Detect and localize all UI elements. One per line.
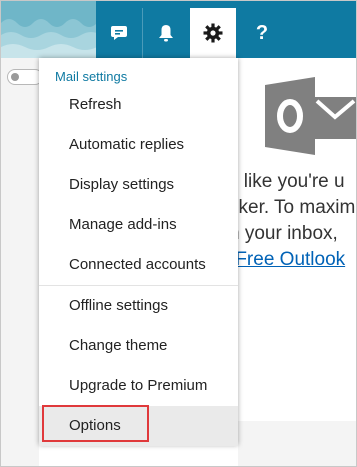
outlook-window: ? s like you're u cker. To maxim n your … [0, 0, 357, 467]
menu-item-label: Offline settings [69, 297, 168, 314]
menu-item-label: Options [69, 417, 121, 434]
menu-item-label: Refresh [69, 96, 122, 113]
menu-item-options[interactable]: Options [39, 406, 238, 446]
promo-line-3: n your inbox, [229, 223, 338, 244]
menu-item-label: Upgrade to Premium [69, 377, 208, 394]
settings-button[interactable] [190, 8, 236, 58]
promo-line-1: s like you're u [229, 171, 345, 192]
menu-heading: Mail settings [55, 69, 128, 84]
toggle-knob [11, 73, 19, 81]
lower-panel [238, 421, 356, 466]
gear-icon [203, 23, 223, 43]
notifications-button[interactable] [142, 8, 189, 58]
feedback-icon [110, 24, 128, 42]
outlook-logo-icon [265, 77, 356, 160]
settings-menu: Mail settings Refresh Automatic replies … [39, 58, 238, 446]
menu-item-connected-accounts[interactable]: Connected accounts [39, 245, 238, 285]
help-icon: ? [255, 21, 269, 44]
menu-item-label: Change theme [69, 337, 168, 354]
menu-item-change-theme[interactable]: Change theme [39, 326, 238, 366]
top-bar: ? [1, 1, 356, 58]
promo-link[interactable]: -Free Outlook [229, 249, 345, 271]
menu-item-label: Automatic replies [69, 136, 185, 153]
help-button[interactable]: ? [239, 8, 285, 58]
wave-pattern [1, 1, 96, 58]
toggle-switch[interactable] [7, 69, 43, 85]
menu-item-label: Display settings [69, 176, 175, 193]
left-pane [1, 58, 39, 466]
menu-item-label: Manage add-ins [69, 216, 177, 233]
menu-item-label: Connected accounts [69, 256, 206, 273]
bell-icon [158, 24, 174, 42]
menu-item-offline-settings[interactable]: Offline settings [39, 286, 238, 326]
menu-item-refresh[interactable]: Refresh [39, 85, 238, 125]
menu-item-manage-add-ins[interactable]: Manage add-ins [39, 205, 238, 245]
feedback-button[interactable] [96, 8, 142, 58]
promo-line-2: cker. To maxim [229, 197, 356, 218]
theme-banner [1, 1, 96, 58]
menu-item-automatic-replies[interactable]: Automatic replies [39, 125, 238, 165]
menu-item-upgrade-to-premium[interactable]: Upgrade to Premium [39, 366, 238, 406]
menu-item-display-settings[interactable]: Display settings [39, 165, 238, 205]
